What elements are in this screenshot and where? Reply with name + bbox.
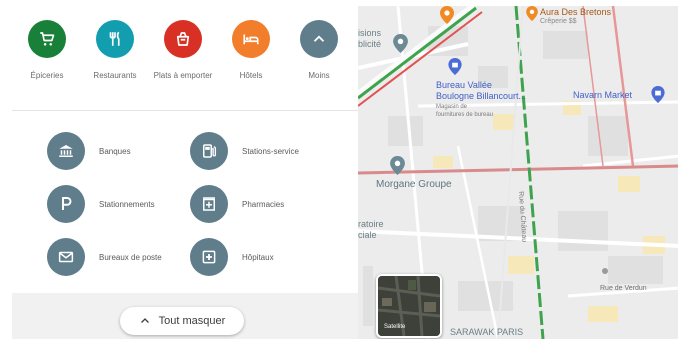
chevron-up-icon (300, 20, 338, 58)
bank-icon (47, 132, 85, 170)
hide-all-label: Tout masquer (158, 315, 226, 327)
map-label-place[interactable]: ratoire ciale (358, 219, 384, 241)
map-pin-orange[interactable] (526, 6, 538, 26)
category-label: Plats à emporter (153, 71, 213, 80)
more-item-label: Bureaux de poste (99, 252, 162, 262)
category-less-button[interactable]: Moins (288, 20, 350, 81)
hide-all-button[interactable]: Tout masquer (120, 307, 244, 335)
more-item-parking[interactable]: Stationnements (47, 185, 155, 223)
category-label: Épiceries (30, 71, 64, 80)
chevron-up-icon (140, 318, 149, 323)
more-item-hospitals[interactable]: Hôpitaux (190, 238, 274, 276)
fork-knife-icon (96, 20, 134, 58)
takeout-bag-icon (164, 20, 202, 58)
more-item-label: Hôpitaux (242, 252, 274, 262)
category-label: Hôtels (239, 71, 263, 80)
panel-footer: Tout masquer (12, 293, 358, 339)
mail-icon (47, 238, 85, 276)
more-item-post-offices[interactable]: Bureaux de poste (47, 238, 162, 276)
map-pin-gray[interactable] (393, 34, 408, 58)
more-item-label: Stations-service (242, 146, 299, 156)
map-pin-gray[interactable] (390, 156, 405, 180)
more-item-label: Pharmacies (242, 199, 285, 209)
map-label-subtitle: Crêperie $$ (540, 18, 577, 25)
category-label: Restaurants (93, 71, 137, 80)
category-takeout-button[interactable]: Plats à emporter (152, 20, 214, 81)
divider (12, 110, 358, 111)
more-item-gas-stations[interactable]: Stations-service (190, 132, 299, 170)
map-label-subtitle: Magasin de fournitures de bureau (436, 104, 494, 118)
screenshot-frame: Épiceries Restaurants Plats à emporter H… (12, 6, 678, 339)
category-row: Épiceries Restaurants Plats à emporter H… (12, 6, 358, 110)
map-dot[interactable] (602, 268, 608, 274)
bed-icon (232, 20, 270, 58)
satellite-layer-toggle[interactable]: Satellite (376, 274, 442, 338)
map-label-place[interactable]: Navarn Market (573, 90, 632, 100)
more-item-label: Stationnements (99, 199, 155, 209)
category-groceries-button[interactable]: Épiceries (16, 20, 78, 81)
hospital-icon (190, 238, 228, 276)
more-item-banks[interactable]: Banques (47, 132, 131, 170)
map-label-place[interactable]: Morgane Groupe (376, 179, 452, 190)
shopping-bag-pin-icon[interactable] (651, 86, 665, 108)
map-label-place[interactable]: Bureau Vallée Boulogne Billancourt... (436, 80, 526, 102)
satellite-label: Satellite (384, 324, 406, 330)
pharmacy-icon (190, 185, 228, 223)
map-label-place[interactable]: SARAWAK PARIS (450, 327, 523, 337)
map-label-place[interactable]: Aura Des Bretons (540, 7, 611, 17)
parking-icon (47, 185, 85, 223)
category-label: Moins (308, 71, 330, 80)
map-view[interactable]: Aura Des Bretons Crêperie $$ isions blic… (358, 6, 678, 339)
fuel-icon (190, 132, 228, 170)
more-item-label: Banques (99, 146, 131, 156)
category-panel: Épiceries Restaurants Plats à emporter H… (12, 6, 358, 339)
map-pin-orange[interactable] (440, 6, 454, 29)
category-restaurants-button[interactable]: Restaurants (84, 20, 146, 81)
cart-icon (28, 20, 66, 58)
street-label: Rue de Verdun (600, 285, 647, 292)
more-item-pharmacies[interactable]: Pharmacies (190, 185, 284, 223)
map-label-place[interactable]: isions blicité (358, 28, 381, 50)
category-hotels-button[interactable]: Hôtels (220, 20, 282, 81)
shopping-bag-pin-icon[interactable] (448, 58, 462, 80)
